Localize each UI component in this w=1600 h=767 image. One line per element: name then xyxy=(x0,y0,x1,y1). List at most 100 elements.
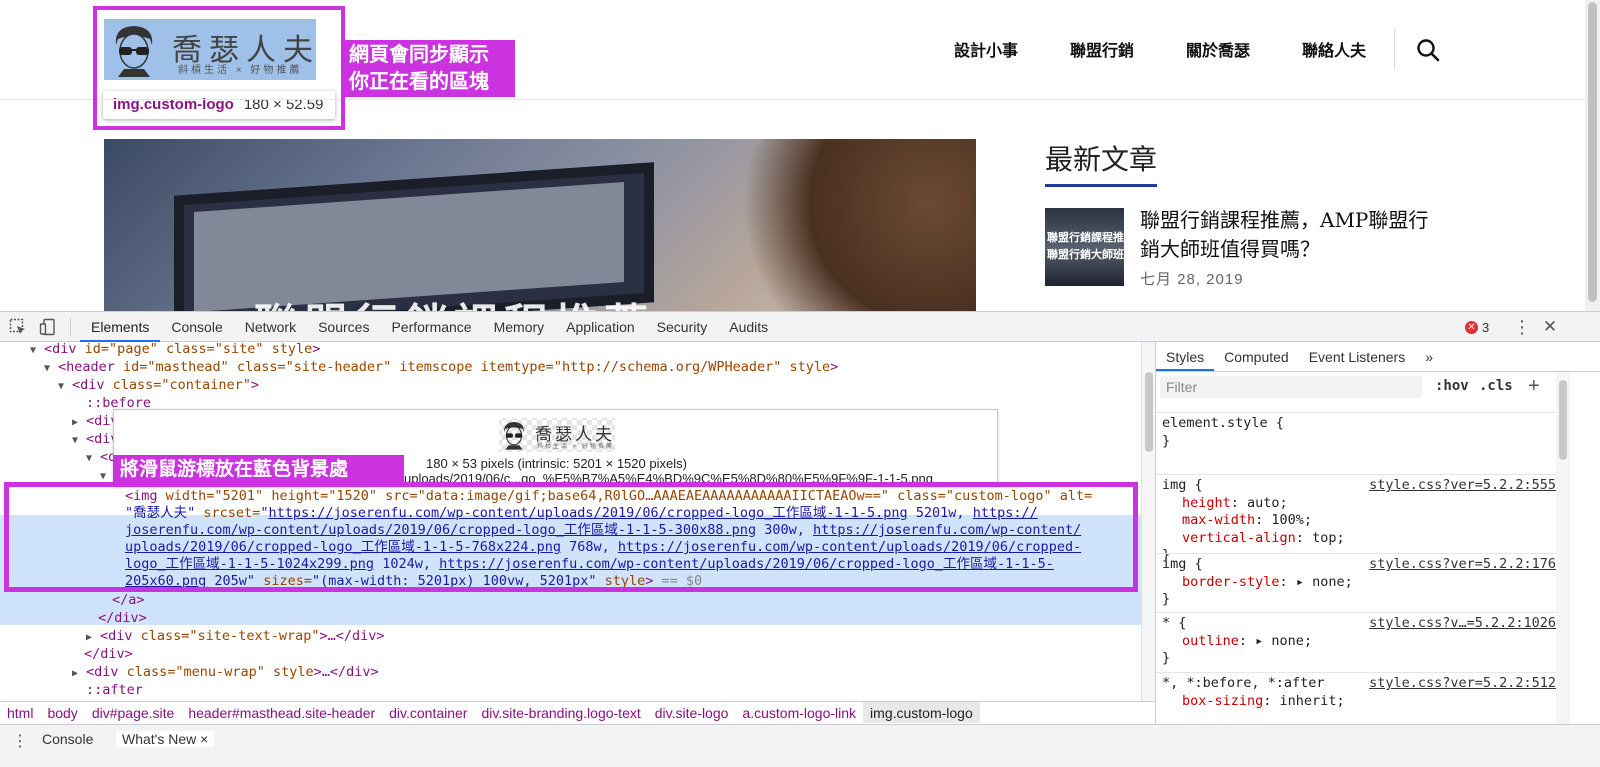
collapse-arrow-icon[interactable]: ▼ xyxy=(58,378,72,396)
annotation-frame-logo xyxy=(93,6,345,130)
styles-filter-input[interactable]: Filter xyxy=(1160,376,1422,398)
node-attrs: class="site-text-wrap" xyxy=(140,628,320,644)
rule-source-link[interactable]: style.css?ver=5.2.2:512 xyxy=(1369,675,1556,693)
styles-scrollbar[interactable] xyxy=(1556,372,1570,724)
rule-source-link[interactable]: style.css?v…=5.2.2:1026 xyxy=(1369,615,1556,633)
breadcrumb-item[interactable]: html xyxy=(0,702,40,723)
breadcrumb-item[interactable]: div.site-branding.logo-text xyxy=(474,702,647,723)
nav-item-design[interactable]: 設計小事 xyxy=(954,37,1018,61)
tab-sources[interactable]: Sources xyxy=(307,312,380,342)
rule-source-link[interactable]: style.css?ver=5.2.2:176 xyxy=(1369,556,1556,574)
tree-pseudo-after[interactable]: ::after xyxy=(86,681,143,699)
expand-arrow-icon[interactable]: ▶ xyxy=(72,665,86,683)
breadcrumb-item[interactable]: div.site-logo xyxy=(648,702,736,723)
rule-close-brace: } xyxy=(1162,650,1171,666)
breadcrumb-tag: div xyxy=(481,705,499,721)
page-scrollbar-thumb[interactable] xyxy=(1588,2,1597,302)
style-rule[interactable]: img {style.css?ver=5.2.2:176 border-style… xyxy=(1156,553,1556,609)
tree-node-div-collapsed[interactable]: ▶ <div xyxy=(72,412,119,430)
elements-scrollbar[interactable] xyxy=(1141,342,1155,702)
tree-node-page[interactable]: ▼ <div id="page" class="site" style> xyxy=(30,342,320,358)
tab-console[interactable]: Console xyxy=(160,312,233,342)
tree-node-site-text-wrap[interactable]: ▶ <div class="site-text-wrap">…</div> xyxy=(86,627,385,645)
more-options-icon[interactable]: ⋮ xyxy=(1513,318,1531,336)
style-declaration[interactable]: border-style: ▸ none; xyxy=(1162,574,1556,592)
breadcrumb-tag: div xyxy=(654,705,672,721)
hover-state-toggle[interactable]: :hov xyxy=(1435,378,1469,394)
tab-event-listeners[interactable]: Event Listeners xyxy=(1299,342,1416,371)
tab-performance[interactable]: Performance xyxy=(380,312,482,342)
breadcrumb-item[interactable]: a.custom-logo-link xyxy=(735,702,863,723)
post-date: 七月 28, 2019 xyxy=(1140,271,1244,288)
tree-node-container[interactable]: ▼ <div class="container"> xyxy=(58,376,259,394)
tab-security[interactable]: Security xyxy=(646,312,719,342)
style-declaration[interactable]: outline: ▸ none; xyxy=(1162,633,1556,651)
drawer-tab-whats-new[interactable]: What's New × xyxy=(116,731,215,747)
breadcrumb-class: .custom-logo xyxy=(892,705,973,721)
nav-item-affiliate[interactable]: 聯盟行銷 xyxy=(1070,37,1134,61)
tab-computed[interactable]: Computed xyxy=(1214,342,1299,371)
property-value: auto; xyxy=(1247,494,1288,511)
hero-image[interactable]: 聯盟行銷課程推薦 xyxy=(104,139,976,316)
colon: : xyxy=(1230,494,1248,511)
tree-node-menu-wrap[interactable]: ▶ <div class="menu-wrap" style>…</div> xyxy=(72,663,379,681)
collapse-arrow-icon[interactable]: ▼ xyxy=(86,450,100,468)
elements-scrollbar-thumb[interactable] xyxy=(1145,372,1153,452)
colon: : xyxy=(1263,692,1280,709)
tab-memory[interactable]: Memory xyxy=(483,312,556,342)
style-rule[interactable]: img {style.css?ver=5.2.2:555 height: auto… xyxy=(1156,474,1556,565)
collapse-arrow-icon[interactable]: ▼ xyxy=(72,432,86,450)
style-rule[interactable]: element.style {} xyxy=(1156,412,1556,450)
note-top-line-2: 你正在看的區塊 xyxy=(349,71,489,93)
page-scrollbar[interactable] xyxy=(1585,0,1600,316)
breadcrumb-tag: div xyxy=(91,705,110,721)
rule-source-link[interactable]: style.css?ver=5.2.2:555 xyxy=(1369,477,1556,495)
node-attrs: id="page" class="site" style xyxy=(84,342,313,357)
tree-node-div-logo[interactable]: ▼ <d xyxy=(86,448,116,466)
styles-scrollbar-thumb[interactable] xyxy=(1559,380,1567,460)
device-toolbar-icon[interactable] xyxy=(39,318,57,336)
breadcrumb-item[interactable]: header#masthead.site-header xyxy=(181,702,382,723)
breadcrumb-tag: body xyxy=(47,705,78,721)
panel-tabs: Elements Console Network Sources Perform… xyxy=(80,312,779,342)
tab-audits[interactable]: Audits xyxy=(718,312,779,342)
tree-node-masthead[interactable]: ▼ <header id="masthead" class="site-heade… xyxy=(44,358,838,376)
post-thumbnail[interactable]: 聯盟行銷課程推薦聯盟行銷大師班 xyxy=(1045,208,1124,286)
drawer-tab-console[interactable]: Console xyxy=(42,731,93,747)
tab-application[interactable]: Application xyxy=(555,312,646,342)
colon: : xyxy=(1238,632,1256,649)
breadcrumb-item[interactable]: div.container xyxy=(382,702,474,723)
tree-node-div-branding[interactable]: ▼ <div xyxy=(72,430,119,448)
style-declaration[interactable]: max-width: 100%; xyxy=(1162,512,1556,530)
style-declaration[interactable]: vertical-align: top; xyxy=(1162,530,1556,548)
search-icon[interactable] xyxy=(1416,38,1440,62)
nav-item-about[interactable]: 關於喬瑟 xyxy=(1186,37,1250,61)
style-rule[interactable]: * {style.css?v…=5.2.2:1026 outline: ▸ non… xyxy=(1156,612,1556,668)
breadcrumb-item[interactable]: img.custom-logo xyxy=(863,702,980,723)
new-rule-icon[interactable]: + xyxy=(1528,375,1540,398)
tab-elements[interactable]: Elements xyxy=(80,312,161,342)
property-name: border-style xyxy=(1182,573,1280,590)
inspect-element-icon[interactable] xyxy=(9,318,27,336)
node-tag: div xyxy=(52,342,77,357)
style-rule[interactable]: *, *:before, *:after style.css?ver=5.2.2:… xyxy=(1156,672,1556,710)
error-icon: ✕ xyxy=(1465,320,1478,334)
more-tabs-icon[interactable]: » xyxy=(1415,342,1443,371)
preview-image: 喬瑟人夫 斜槓生活 × 好物推薦 xyxy=(499,418,615,452)
breadcrumb-item[interactable]: body xyxy=(40,702,84,723)
class-toggle[interactable]: .cls xyxy=(1479,378,1513,394)
devtools-toolbar: Elements Console Network Sources Perform… xyxy=(0,312,1600,342)
collapse-arrow-icon[interactable]: ▼ xyxy=(44,360,58,378)
style-declaration[interactable]: box-sizing: inherit; xyxy=(1162,693,1556,711)
nav-item-contact[interactable]: 聯絡人夫 xyxy=(1302,37,1366,61)
tab-styles[interactable]: Styles xyxy=(1156,342,1215,371)
tab-network[interactable]: Network xyxy=(234,312,307,342)
post-title-link[interactable]: 聯盟行銷課程推薦，AMP聯盟行銷大師班值得買嗎？ xyxy=(1140,206,1440,264)
close-devtools-icon[interactable]: ✕ xyxy=(1542,318,1558,336)
drawer-menu-icon[interactable]: ⋮ xyxy=(12,731,28,751)
collapse-arrow-icon[interactable]: ▼ xyxy=(30,342,44,360)
style-declaration[interactable]: height: auto; xyxy=(1162,495,1556,513)
hero-hair xyxy=(714,139,976,316)
error-badge[interactable]: ✕ 3 xyxy=(1465,319,1489,335)
breadcrumb-item[interactable]: div#page.site xyxy=(85,702,182,723)
